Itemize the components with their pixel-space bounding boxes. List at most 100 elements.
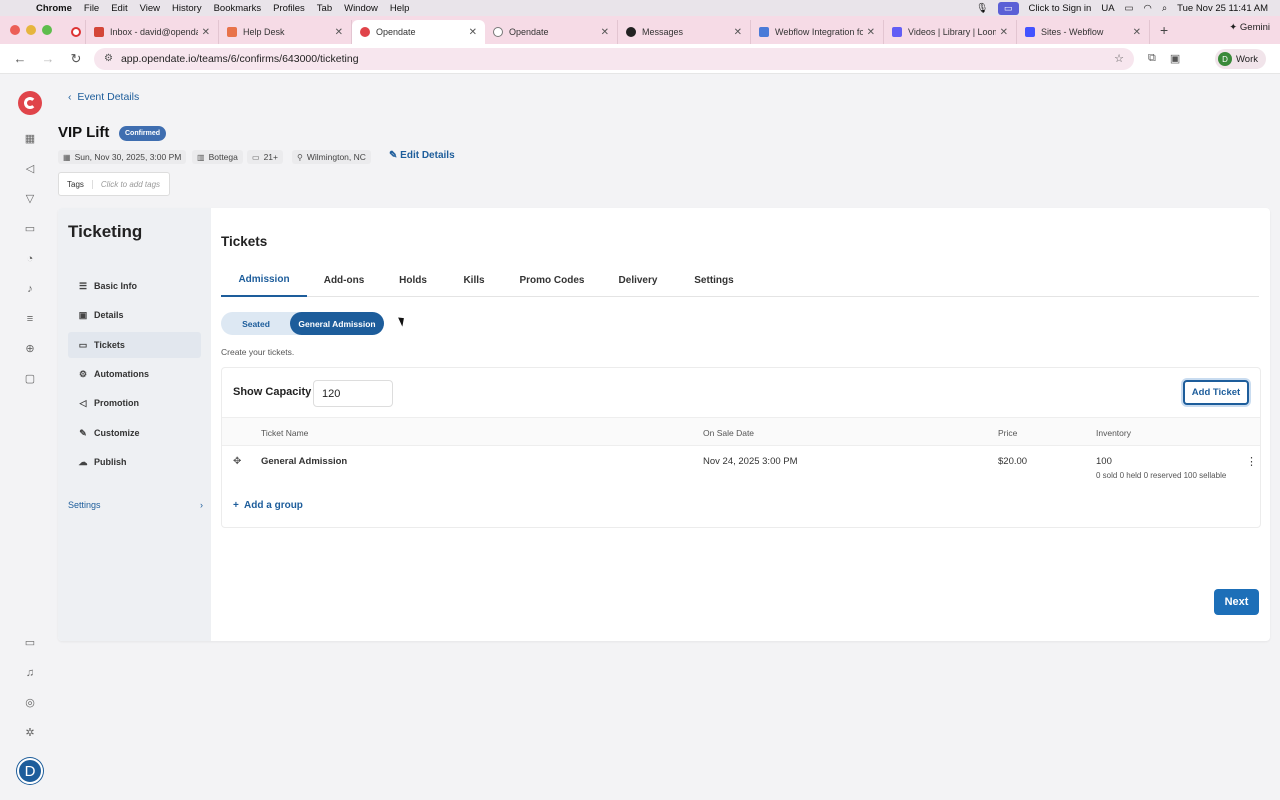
menu-history[interactable]: History xyxy=(172,3,202,14)
show-capacity-input[interactable] xyxy=(313,380,393,407)
reload-icon[interactable]: ↻ xyxy=(68,51,84,67)
close-tab-icon[interactable]: ✕ xyxy=(601,27,609,38)
tab-settings[interactable]: Settings xyxy=(689,264,739,297)
menu-app-name[interactable]: Chrome xyxy=(36,3,72,14)
tab-loom[interactable]: Videos | Library | Loom ✕ xyxy=(884,20,1017,44)
spotlight-icon[interactable]: ⌕ xyxy=(1162,3,1167,14)
sidebar-item-tickets[interactable]: ▭ Tickets xyxy=(68,332,201,358)
forward-arrow-icon[interactable]: → xyxy=(40,51,56,66)
tab-promo-codes[interactable]: Promo Codes xyxy=(515,264,589,297)
extensions-icon[interactable]: ⧉ xyxy=(1148,52,1156,65)
tab-messages[interactable]: Messages ✕ xyxy=(618,20,751,44)
download-icon[interactable]: ⊕ xyxy=(23,342,37,356)
minimize-window-icon[interactable] xyxy=(26,25,36,35)
menu-edit[interactable]: Edit xyxy=(111,3,127,14)
tab-help-desk[interactable]: Help Desk ✕ xyxy=(219,20,352,44)
profile-chip[interactable]: D Work xyxy=(1215,49,1266,69)
ticket-icon: ▭ xyxy=(78,339,88,350)
back-arrow-icon[interactable]: ← xyxy=(12,51,28,66)
user-avatar[interactable]: D xyxy=(17,758,43,784)
close-tab-icon[interactable]: ✕ xyxy=(1000,27,1008,38)
menu-window[interactable]: Window xyxy=(344,3,378,14)
table-row[interactable]: ✥ General Admission Nov 24, 2025 3:00 PM… xyxy=(222,446,1260,488)
gemini-button[interactable]: ✦ Gemini xyxy=(1229,22,1270,33)
webflow-icon xyxy=(1025,27,1035,37)
close-tab-icon[interactable]: ✕ xyxy=(734,27,742,38)
tab-opendate[interactable]: Opendate ✕ xyxy=(485,20,618,44)
sign-in-status[interactable]: Click to Sign in xyxy=(1029,3,1092,14)
analytics-icon[interactable]: ◔ xyxy=(23,252,37,266)
ua-indicator[interactable]: UA xyxy=(1101,3,1114,14)
tab-webflow-sites[interactable]: Sites - Webflow ✕ xyxy=(1017,20,1150,44)
filter-icon[interactable]: ▽ xyxy=(23,192,37,206)
menu-tab[interactable]: Tab xyxy=(317,3,332,14)
screen-share-icon[interactable]: ▭ xyxy=(997,1,1019,15)
sidebar-item-promotion[interactable]: ◁ Promotion xyxy=(68,390,201,416)
address-bar[interactable]: ⚙ app.opendate.io/teams/6/confirms/64300… xyxy=(94,47,1134,70)
folder-icon[interactable]: ▭ xyxy=(23,222,37,236)
close-tab-icon[interactable]: ✕ xyxy=(202,27,210,38)
chat-icon[interactable]: ▢ xyxy=(23,372,37,386)
side-panel-icon[interactable]: ▣ xyxy=(1170,52,1180,65)
menu-view[interactable]: View xyxy=(140,3,160,14)
venue-icon[interactable]: ≡ xyxy=(23,312,37,326)
pencil-icon: ✎ xyxy=(389,150,398,161)
close-tab-icon[interactable]: ✕ xyxy=(867,27,875,38)
menubar-clock[interactable]: Tue Nov 25 11:41 AM xyxy=(1177,3,1268,14)
sidebar-item-customize[interactable]: ✎ Customize xyxy=(68,420,201,446)
sidebar-item-details[interactable]: ▣ Details xyxy=(68,302,201,328)
help-icon[interactable]: ◎ xyxy=(23,696,37,710)
page-title: Tickets xyxy=(221,234,268,249)
new-tab-icon[interactable]: + xyxy=(1160,22,1168,38)
loom-icon xyxy=(892,27,902,37)
sidebar-item-automations[interactable]: ⚙ Automations xyxy=(68,361,201,387)
tab-kills[interactable]: Kills xyxy=(459,264,489,297)
tab-opendate-active[interactable]: Opendate ✕ xyxy=(352,20,485,44)
microphone-icon[interactable]: 🎙 xyxy=(976,3,988,14)
tab-gmail[interactable]: Inbox - david@opendate✕ xyxy=(86,20,219,44)
megaphone-icon[interactable]: ◁ xyxy=(23,162,37,176)
microphone-nav-icon[interactable]: ♪ xyxy=(23,282,37,296)
row-menu-icon[interactable]: ⋮ xyxy=(1246,455,1257,468)
tab-webflow-integration[interactable]: Webflow Integration fo ✕ xyxy=(751,20,884,44)
drag-handle-icon[interactable]: ✥ xyxy=(233,456,241,467)
add-group-button[interactable]: + Add a group xyxy=(233,500,303,511)
calendar-icon[interactable]: ▦ xyxy=(23,132,37,146)
general-admission-option[interactable]: General Admission xyxy=(290,312,384,335)
close-window-icon[interactable] xyxy=(10,25,20,35)
list-icon: ☰ xyxy=(78,280,88,291)
zoom-window-icon[interactable] xyxy=(42,25,52,35)
menu-profiles[interactable]: Profiles xyxy=(273,3,305,14)
close-tab-icon[interactable]: ✕ xyxy=(1133,27,1141,38)
tab-add-ons[interactable]: Add-ons xyxy=(319,264,369,297)
back-to-event-details[interactable]: ‹ Event Details xyxy=(68,91,139,103)
message-icon[interactable]: ▭ xyxy=(23,636,37,650)
tags-field[interactable]: Tags Click to add tags xyxy=(58,172,170,196)
gear-icon[interactable]: ✲ xyxy=(23,726,37,740)
pinned-tab[interactable] xyxy=(66,20,86,44)
edit-details-link[interactable]: ✎ Edit Details xyxy=(389,150,455,161)
sidebar-item-basic-info[interactable]: ☰ Basic Info xyxy=(68,273,201,299)
next-button[interactable]: Next xyxy=(1214,589,1259,615)
wifi-icon[interactable]: ◠ xyxy=(1144,3,1152,14)
plus-icon: + xyxy=(233,500,239,511)
building-icon: ▥ xyxy=(197,152,205,162)
event-title: VIP Lift xyxy=(58,124,110,141)
menu-bookmarks[interactable]: Bookmarks xyxy=(214,3,262,14)
sidebar-item-publish[interactable]: ☁ Publish xyxy=(68,449,201,475)
close-tab-icon[interactable]: ✕ xyxy=(469,27,477,38)
tab-delivery[interactable]: Delivery xyxy=(613,264,663,297)
sidebar-settings-link[interactable]: Settings › xyxy=(68,500,203,510)
bookmark-star-icon[interactable]: ☆ xyxy=(1114,52,1124,65)
notification-bell-icon[interactable]: ♫ xyxy=(23,666,37,680)
seated-option[interactable]: Seated xyxy=(221,312,291,335)
opendate-logo[interactable] xyxy=(18,91,42,115)
tab-holds[interactable]: Holds xyxy=(393,264,433,297)
site-info-icon[interactable]: ⚙ xyxy=(104,53,113,64)
menu-file[interactable]: File xyxy=(84,3,99,14)
add-ticket-button[interactable]: Add Ticket xyxy=(1183,380,1249,405)
menu-help[interactable]: Help xyxy=(390,3,410,14)
close-tab-icon[interactable]: ✕ xyxy=(335,27,343,38)
tab-admission[interactable]: Admission xyxy=(221,264,307,297)
battery-icon[interactable]: ▭ xyxy=(1125,3,1134,14)
